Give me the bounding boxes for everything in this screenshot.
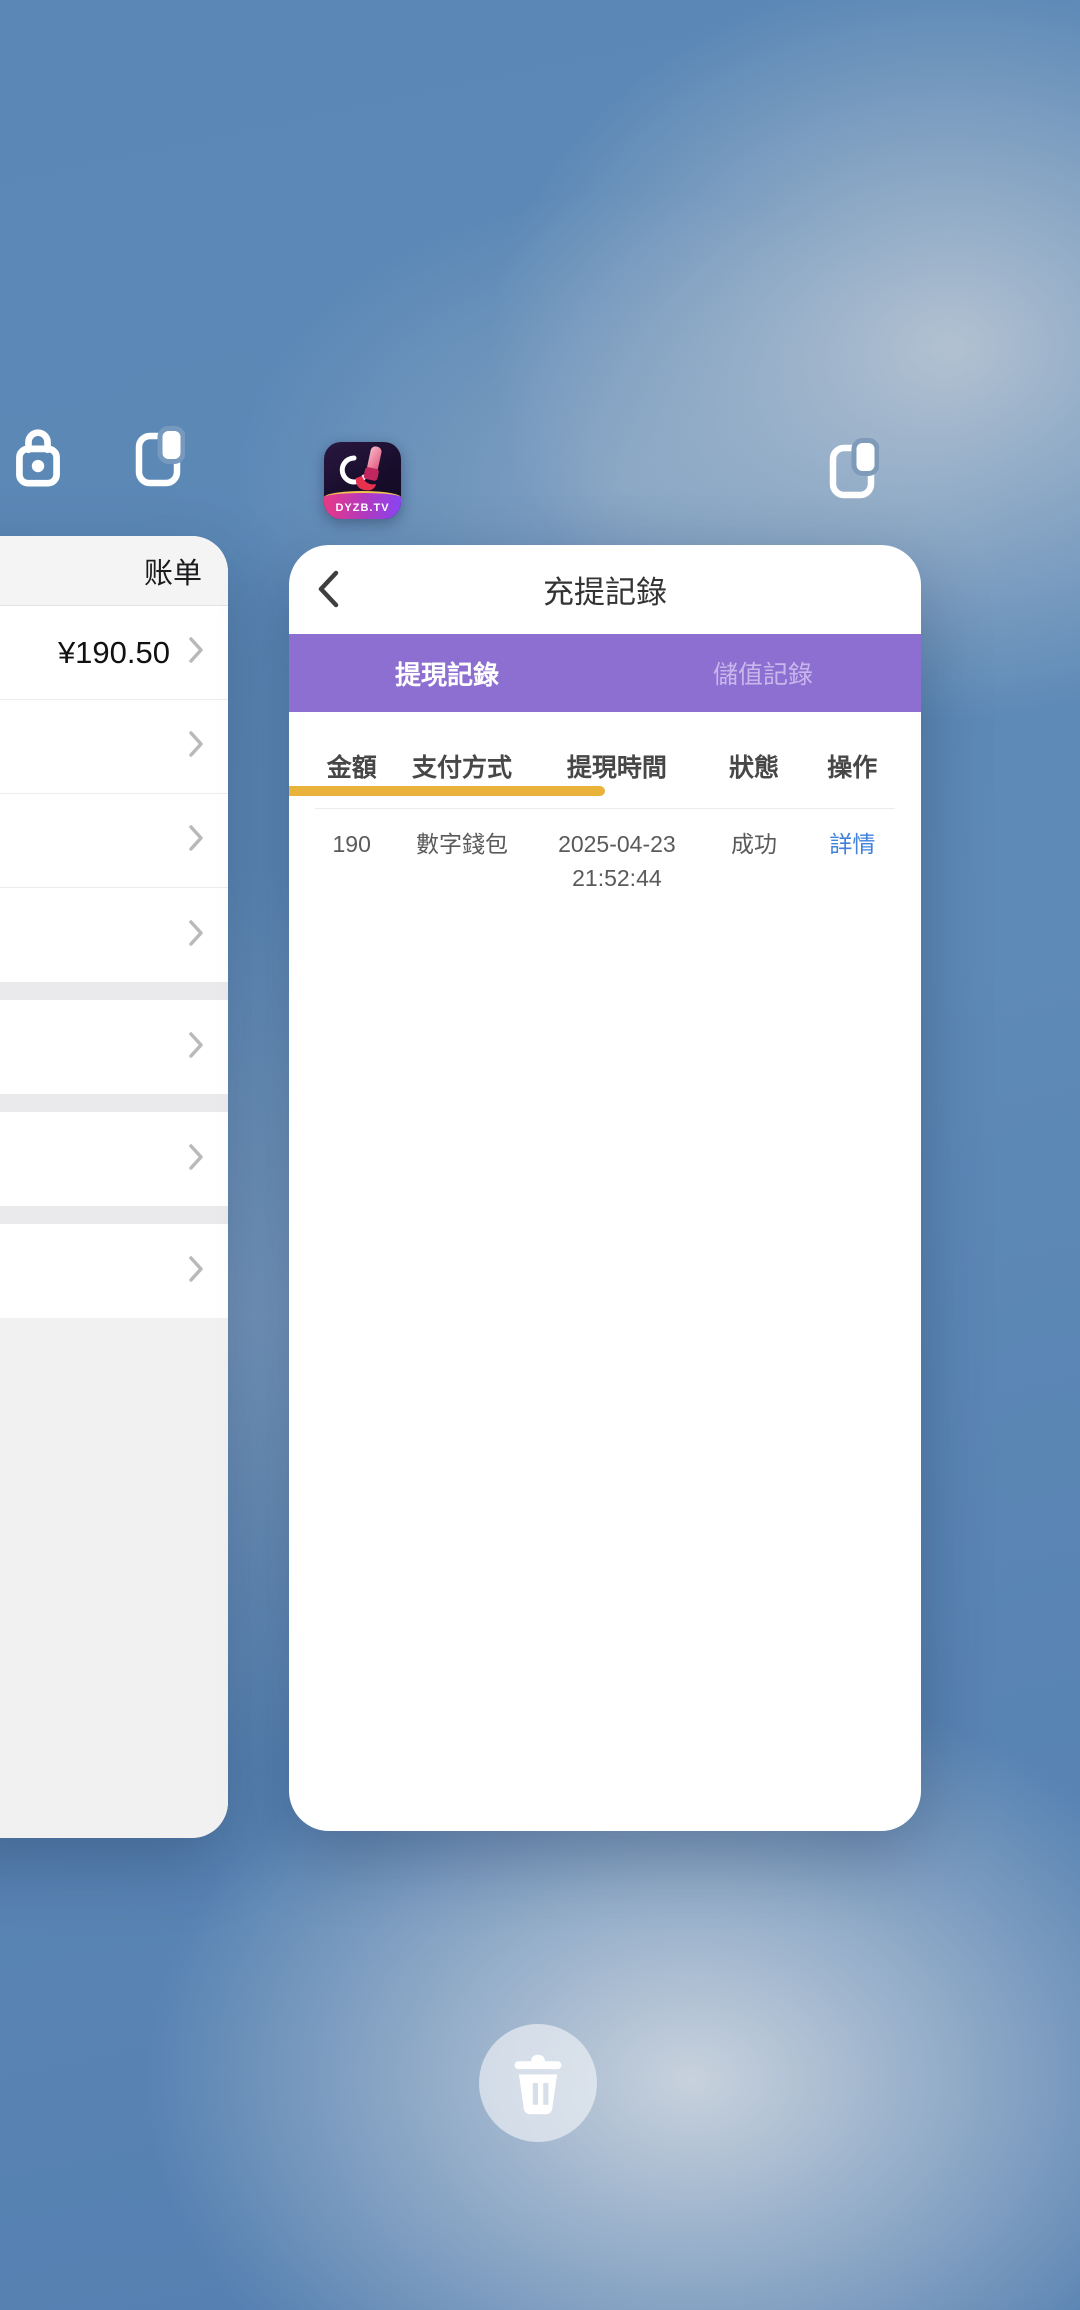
- cell-method: 數字錢包: [396, 827, 527, 861]
- active-tab-underline: [289, 786, 605, 796]
- bill-row[interactable]: [0, 700, 228, 794]
- col-amount: 金額: [307, 748, 396, 784]
- lipstick-logo-icon: [324, 442, 401, 494]
- bill-row[interactable]: [0, 1224, 228, 1318]
- app-icon-name-band: DYZB.TV: [324, 491, 401, 519]
- records-tabbar: 提現記錄 儲值記錄: [289, 634, 921, 712]
- back-icon[interactable]: [315, 569, 341, 609]
- col-method: 支付方式: [396, 748, 527, 784]
- chevron-right-icon: [188, 1254, 204, 1289]
- cell-status: 成功: [706, 827, 801, 861]
- cell-amount: 190: [307, 827, 396, 861]
- tab-withdraw-label: 提現記錄: [395, 655, 499, 692]
- col-action: 操作: [802, 748, 903, 784]
- chevron-right-icon: [188, 635, 204, 670]
- chevron-right-icon: [188, 918, 204, 953]
- lock-icon: [16, 426, 60, 487]
- cell-time: 2025-04-2321:52:44: [528, 827, 707, 895]
- bill-footer-area: 置: [0, 1318, 228, 1838]
- records-app-card[interactable]: 充提記錄 提現記錄 儲值記錄 金額 支付方式 提現時間 狀態 操作 190 數字…: [289, 545, 921, 1831]
- section-divider: [0, 1206, 228, 1224]
- chevron-right-icon: [188, 1142, 204, 1177]
- tab-withdraw-records[interactable]: 提現記錄: [289, 634, 605, 712]
- bill-title: 账单: [144, 550, 202, 592]
- section-divider: [0, 1094, 228, 1112]
- delete-all-button[interactable]: [479, 2024, 597, 2142]
- trash-icon: [505, 2045, 571, 2121]
- page-title: 充提記錄: [543, 567, 667, 612]
- cell-detail-link[interactable]: 詳情: [802, 827, 903, 861]
- bill-row[interactable]: [0, 1000, 228, 1094]
- col-status: 狀態: [706, 748, 801, 784]
- bill-row-balance[interactable]: ¥190.50: [0, 606, 228, 700]
- records-header: 充提記錄: [289, 545, 921, 634]
- tab-deposit-records[interactable]: 儲值記錄: [605, 634, 921, 712]
- app-icon-label: DYZB.TV: [335, 502, 389, 514]
- bill-row[interactable]: [0, 888, 228, 982]
- bill-app-card[interactable]: 账单 ¥190.50 置: [0, 536, 228, 1838]
- chevron-right-icon: [188, 823, 204, 858]
- bill-row[interactable]: [0, 1112, 228, 1206]
- col-time: 提現時間: [528, 748, 707, 784]
- app-windows-icon-right[interactable]: [829, 438, 879, 500]
- tab-deposit-label: 儲值記錄: [713, 655, 813, 691]
- bill-row[interactable]: [0, 794, 228, 888]
- table-row: 190 數字錢包 2025-04-2321:52:44 成功 詳情: [289, 809, 921, 895]
- section-divider: [0, 982, 228, 1000]
- app-windows-icon[interactable]: [135, 426, 185, 488]
- chevron-right-icon: [188, 729, 204, 764]
- dyzb-app-icon[interactable]: DYZB.TV: [324, 442, 401, 519]
- chevron-right-icon: [188, 1030, 204, 1065]
- bill-card-header: 账单: [0, 536, 228, 606]
- balance-value: ¥190.50: [58, 635, 170, 671]
- records-table-header: 金額 支付方式 提現時間 狀態 操作: [289, 744, 921, 788]
